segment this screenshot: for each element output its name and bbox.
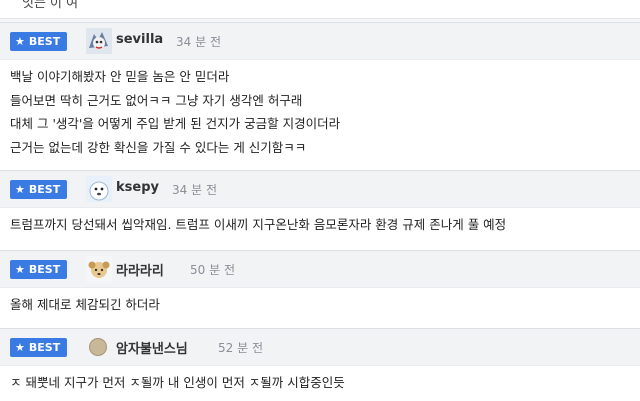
best-badge: ★ BEST	[10, 180, 68, 199]
best-badge-label: BEST	[28, 183, 61, 196]
star-icon: ★	[15, 341, 25, 354]
best-badge: ★ BEST	[10, 32, 68, 51]
comment-header-3: ★ BEST 라라라리 50 분 전	[0, 250, 640, 287]
comment-time: 34 분 전	[172, 183, 217, 197]
comment-body-4: ㅈ 돼뿟네 지구가 먼저 ㅈ될까 내 인생이 먼저 ㅈ될까 시합중인듯	[0, 365, 640, 401]
best-badge-label: BEST	[28, 35, 61, 48]
comment-line: 근거는 없는데 강한 확신을 가질 수 있다는 게 신기함ㅋㅋ	[10, 140, 307, 155]
star-icon: ★	[15, 183, 25, 196]
comment-time: 50 분 전	[190, 263, 235, 277]
best-badge: ★ BEST	[10, 260, 68, 279]
previous-comment-fragment: 잇는 이 여	[0, 0, 640, 19]
comment-line: 대체 그 '생각'을 어떻게 주입 받게 된 건지가 궁금할 지경이더라	[10, 116, 341, 131]
comment-line: ㅈ 돼뿟네 지구가 먼저 ㅈ될까 내 인생이 먼저 ㅈ될까 시합중인듯	[10, 375, 345, 390]
comment-body-1: 백날 이야기해봤자 안 믿을 놈은 안 믿더라 들어보면 딱히 근거도 없어ㅋㅋ…	[0, 59, 640, 172]
comment-header-1: ★ BEST sevilla 34 분 전	[0, 22, 640, 59]
comment-line: 들어보면 딱히 근거도 없어ㅋㅋ 그냥 자기 생각엔 허구래	[10, 93, 303, 108]
comment-author[interactable]: sevilla	[116, 32, 163, 47]
comment-time: 34 분 전	[176, 35, 221, 49]
best-badge: ★ BEST	[10, 338, 68, 357]
comment-line: 올해 제대로 체감되긴 하더라	[10, 297, 160, 312]
comment-header-2: ★ BEST ksepy 34 분 전	[0, 170, 640, 207]
comment-header-4: ★ BEST 암자불낸스님 52 분 전	[0, 328, 640, 365]
comment-body-3: 올해 제대로 체감되긴 하더라	[0, 287, 640, 332]
comment-author[interactable]: ksepy	[116, 180, 159, 195]
avatar-icon[interactable]	[86, 28, 112, 54]
star-icon: ★	[15, 35, 25, 48]
comment-author[interactable]: 암자불낸스님	[116, 338, 188, 357]
avatar-icon[interactable]	[86, 176, 112, 202]
comment-line: 백날 이야기해봤자 안 믿을 놈은 안 믿더라	[10, 69, 230, 84]
comment-author[interactable]: 라라라리	[116, 260, 164, 279]
avatar-icon[interactable]	[88, 337, 108, 357]
best-badge-label: BEST	[28, 263, 61, 276]
previous-comment-text: 잇는 이 여	[22, 0, 79, 11]
comment-time: 52 분 전	[218, 341, 263, 355]
star-icon: ★	[15, 263, 25, 276]
comment-body-2: 트럼프까지 당선돼서 씹악재임. 트럼프 이새끼 지구온난화 음모론자라 환경 …	[0, 207, 640, 252]
comment-line: 트럼프까지 당선돼서 씹악재임. 트럼프 이새끼 지구온난화 음모론자라 환경 …	[10, 217, 507, 232]
avatar-icon[interactable]	[86, 256, 112, 282]
best-badge-label: BEST	[28, 341, 61, 354]
